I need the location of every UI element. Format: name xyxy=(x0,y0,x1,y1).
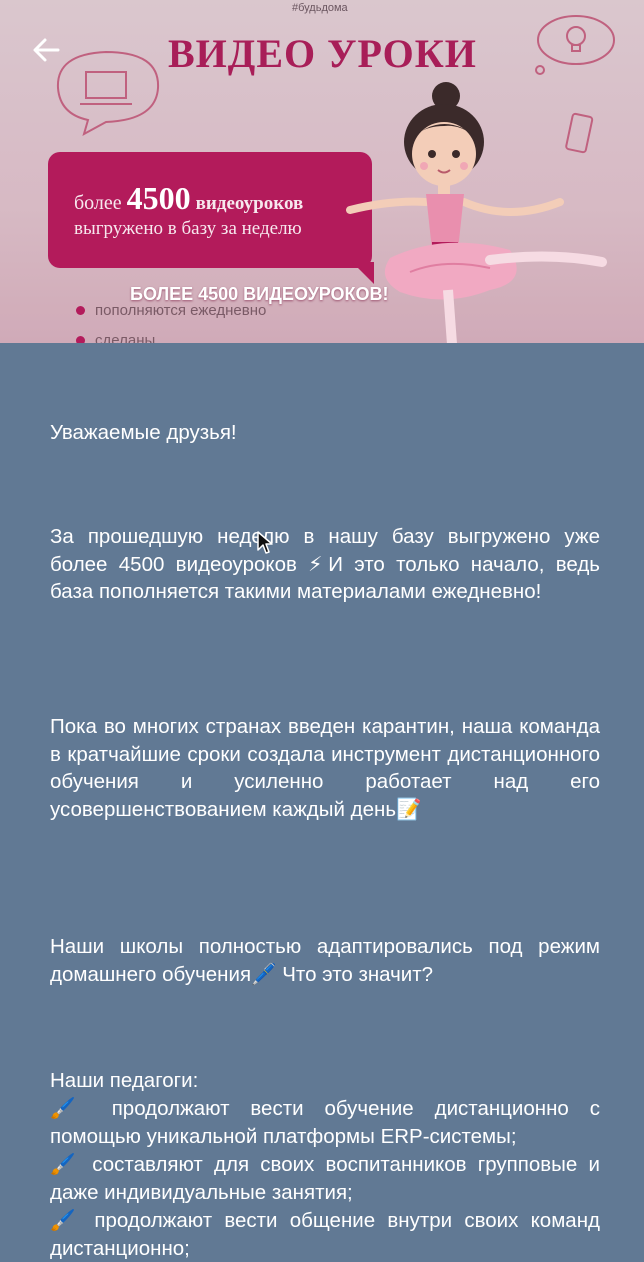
list-item: 🖌️ составляют для своих воспитанников гр… xyxy=(50,1153,600,1204)
promo-line-2: выгружено в базу за неделю xyxy=(74,218,302,239)
promo-word: видеоуроков xyxy=(195,193,304,214)
banner-bullet-text: сделаны xyxy=(95,332,156,343)
bullet-dot xyxy=(76,336,85,343)
mouse-cursor-icon xyxy=(257,531,273,554)
banner-bullet: сделаны xyxy=(76,332,155,343)
banner-bullet-text: пополняются ежедневно xyxy=(95,302,267,319)
banner-title: ВИДЕО УРОКИ xyxy=(168,31,477,76)
back-arrow-icon xyxy=(33,38,60,62)
paragraph-1: За прошедшую неделю в нашу базу выгружен… xyxy=(50,525,600,603)
bullet-dot xyxy=(76,306,85,315)
back-button[interactable] xyxy=(26,30,66,70)
promo-number: 4500 xyxy=(126,180,191,216)
promo-prefix: более xyxy=(74,192,122,214)
promo-box: более 4500 видеоуроков выгружено в базу … xyxy=(48,152,374,284)
list-item: 🖌️ продолжают вести обучение дистанционн… xyxy=(50,1097,600,1148)
teachers-intro: Наши педагоги: xyxy=(50,1069,199,1092)
promo-line-1: более 4500 видеоуроков xyxy=(74,180,303,217)
paragraph-2: Пока во многих странах введен карантин, … xyxy=(50,715,600,821)
header-banner-image: #будьдома ВИДЕО УРОКИ более 4500 видеоур… xyxy=(0,0,644,343)
greeting: Уважаемые друзья! xyxy=(50,421,237,444)
list-item: 🖌️ продолжают вести общение внутри своих… xyxy=(50,1209,600,1260)
lightbulb-icon xyxy=(535,15,615,75)
paragraph-3: Наши школы полностью адаптировались под … xyxy=(50,935,600,986)
banner-bullet: пополняются ежедневно xyxy=(76,302,266,319)
banner-hashtag: #будьдома xyxy=(292,2,348,14)
